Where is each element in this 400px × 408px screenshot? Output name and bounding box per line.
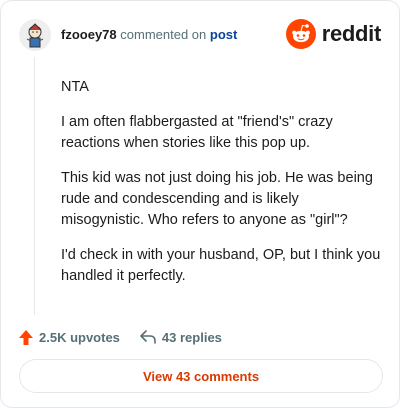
comment-actions: 2.5K upvotes 43 replies	[19, 327, 222, 347]
replies-button[interactable]: 43 replies	[140, 330, 222, 345]
comment-paragraph: This kid was not just doing his job. He …	[61, 170, 373, 228]
comment-body: NTA I am often flabbergasted at "friend'…	[61, 77, 383, 301]
avatar-illustration-icon	[19, 19, 51, 51]
avatar[interactable]	[19, 19, 51, 51]
upvote-arrow-icon	[19, 329, 33, 345]
view-comments-label: View 43 comments	[142, 368, 260, 384]
reddit-snoo-icon	[285, 19, 316, 49]
upvote-button[interactable]: 2.5K upvotes	[19, 329, 120, 345]
comment-header: fzooey78 commented on post	[61, 27, 237, 42]
thread-line[interactable]	[34, 57, 35, 315]
comment-paragraph: I'd check in with your husband, OP, but …	[61, 247, 381, 284]
view-comments-button[interactable]: View 43 comments	[19, 359, 383, 393]
commented-on-text: commented on	[120, 27, 207, 42]
comment-card: fzooey78 commented on post reddit NTA I …	[0, 0, 400, 408]
reddit-logo[interactable]: reddit	[285, 19, 382, 49]
reply-arrow-icon	[140, 330, 156, 344]
comment-paragraph: I am often flabbergasted at "friend's" c…	[61, 114, 333, 151]
post-link[interactable]: post	[210, 27, 237, 42]
reddit-wordmark: reddit	[321, 21, 382, 46]
upvote-count: 2.5K upvotes	[39, 329, 120, 345]
reply-count: 43 replies	[161, 329, 222, 345]
comment-paragraph: NTA	[61, 79, 89, 95]
username-link[interactable]: fzooey78	[61, 27, 117, 42]
